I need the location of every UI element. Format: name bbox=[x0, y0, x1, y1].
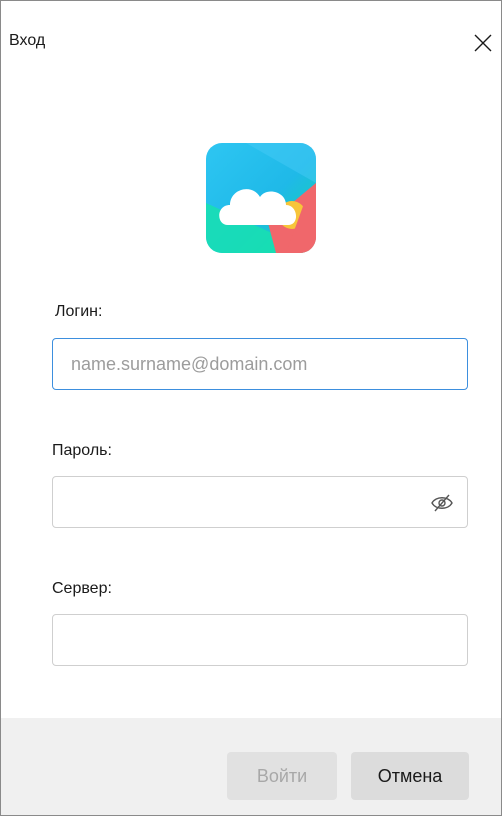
toggle-password-visibility-button[interactable] bbox=[426, 489, 458, 517]
server-label: Сервер: bbox=[52, 580, 112, 597]
close-button[interactable] bbox=[465, 25, 501, 61]
app-logo bbox=[206, 143, 316, 253]
cancel-button[interactable]: Отмена bbox=[351, 752, 469, 800]
eye-slash-icon bbox=[431, 494, 453, 512]
dialog-footer: Войти Отмена bbox=[1, 718, 501, 815]
password-input[interactable] bbox=[52, 476, 468, 528]
dialog-title: Вход bbox=[9, 32, 46, 49]
login-dialog: Вход Логин: Пар bbox=[0, 0, 502, 816]
server-input[interactable] bbox=[52, 614, 468, 666]
login-label: Логин: bbox=[55, 303, 103, 320]
login-button[interactable]: Войти bbox=[227, 752, 337, 800]
password-label: Пароль: bbox=[52, 442, 112, 459]
title-bar: Вход bbox=[1, 1, 501, 85]
login-input[interactable] bbox=[52, 338, 468, 390]
close-icon bbox=[474, 34, 492, 52]
